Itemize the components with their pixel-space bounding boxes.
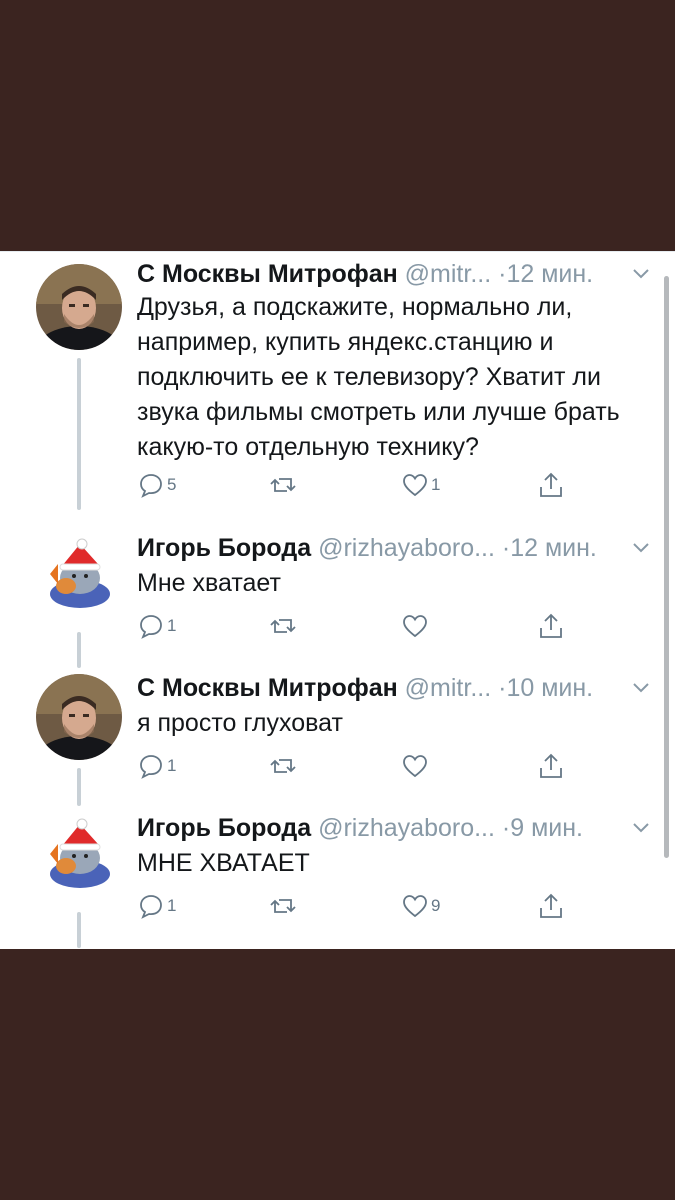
reply-button[interactable]: 5 (137, 468, 176, 502)
retweet-icon (270, 619, 296, 633)
man-photo-icon (36, 674, 122, 760)
tweet[interactable]: Игорь Борода @rizhayaboro... ·9 мин. МНЕ… (0, 812, 675, 922)
like-icon (403, 615, 427, 638)
separator-dot: · (501, 814, 511, 842)
like-icon (403, 895, 427, 918)
tweet-header: Игорь Борода @rizhayaboro... ·12 мин. (137, 532, 652, 564)
avatar[interactable] (36, 264, 122, 350)
reply-button[interactable]: 1 (137, 889, 176, 923)
like-button[interactable]: 9 (401, 889, 440, 923)
chevron-down-icon[interactable] (630, 816, 652, 838)
retweet-button[interactable] (269, 609, 299, 643)
author-name[interactable]: Игорь Борода (137, 814, 311, 842)
timestamp[interactable]: 12 мин. (506, 260, 593, 288)
tweet[interactable]: С Москвы Митрофан @mitr... ·12 мин. Друз… (0, 258, 675, 508)
separator-dot: · (501, 534, 511, 562)
share-button[interactable] (537, 749, 565, 783)
retweet-button[interactable] (269, 889, 299, 923)
reply-icon (140, 474, 162, 498)
share-button[interactable] (537, 609, 565, 643)
author-name[interactable]: С Москвы Митрофан (137, 674, 398, 702)
share-icon (540, 613, 562, 638)
tweet-text: МНЕ ХВАТАЕТ (137, 849, 310, 877)
tweet-text: я просто глуховат (137, 709, 343, 737)
tweet-actions: 1 (137, 749, 587, 783)
author-handle[interactable]: @rizhayaboro... (318, 534, 495, 562)
like-count: 1 (431, 475, 441, 494)
share-icon (540, 893, 562, 918)
tweet-header: С Москвы Митрофан @mitr... ·12 мин. (137, 258, 652, 290)
like-button[interactable] (401, 609, 431, 643)
avatar[interactable] (36, 674, 122, 760)
share-icon (540, 753, 562, 778)
timestamp[interactable]: 10 мин. (506, 674, 593, 702)
timestamp[interactable]: 9 мин. (510, 814, 583, 842)
reply-icon (140, 895, 162, 919)
like-icon (403, 755, 427, 778)
reply-count: 1 (167, 896, 177, 915)
share-button[interactable] (537, 889, 565, 923)
tweet-text: Мне хватает (137, 569, 281, 597)
author-name[interactable]: Игорь Борода (137, 534, 311, 562)
like-button[interactable]: 1 (401, 468, 440, 502)
reply-count: 1 (167, 756, 177, 775)
reply-button[interactable]: 1 (137, 609, 176, 643)
like-button[interactable] (401, 749, 431, 783)
reply-count: 1 (167, 616, 177, 635)
retweet-button[interactable] (269, 468, 299, 502)
chevron-down-icon[interactable] (630, 676, 652, 698)
reply-button[interactable]: 1 (137, 749, 176, 783)
chevron-down-icon[interactable] (630, 262, 652, 284)
share-button[interactable] (537, 468, 565, 502)
tweet-actions: 1 9 (137, 889, 587, 923)
retweet-button[interactable] (269, 749, 299, 783)
author-name[interactable]: С Москвы Митрофан (137, 260, 398, 288)
tweet[interactable]: Игорь Борода @rizhayaboro... ·12 мин. Мн… (0, 532, 675, 642)
tweet-header: С Москвы Митрофан @mitr... ·10 мин. (137, 672, 652, 704)
timestamp[interactable]: 12 мин. (510, 534, 597, 562)
man-photo-icon (36, 264, 122, 350)
avatar[interactable] (36, 814, 122, 900)
tweet-header: Игорь Борода @rizhayaboro... ·9 мин. (137, 812, 652, 844)
tweet-actions: 1 (137, 609, 587, 643)
cartoon-santa-mouse-icon (36, 814, 122, 900)
chevron-down-icon[interactable] (630, 536, 652, 558)
like-icon (403, 474, 427, 497)
reply-icon (140, 755, 162, 779)
author-handle[interactable]: @mitr... (405, 260, 492, 288)
like-count: 9 (431, 896, 441, 915)
cartoon-santa-mouse-icon (36, 534, 122, 620)
author-handle[interactable]: @rizhayaboro... (318, 814, 495, 842)
tweet-actions: 5 1 (137, 468, 587, 502)
avatar[interactable] (36, 534, 122, 620)
retweet-icon (270, 899, 296, 913)
tweet-text: Друзья, а подскажите, нормально ли, напр… (137, 293, 620, 461)
reply-count: 5 (167, 475, 177, 494)
retweet-icon (270, 478, 296, 492)
tweet[interactable]: С Москвы Митрофан @mitr... ·10 мин. я пр… (0, 672, 675, 782)
share-icon (540, 472, 562, 497)
reply-icon (140, 615, 162, 639)
retweet-icon (270, 759, 296, 773)
author-handle[interactable]: @mitr... (405, 674, 492, 702)
